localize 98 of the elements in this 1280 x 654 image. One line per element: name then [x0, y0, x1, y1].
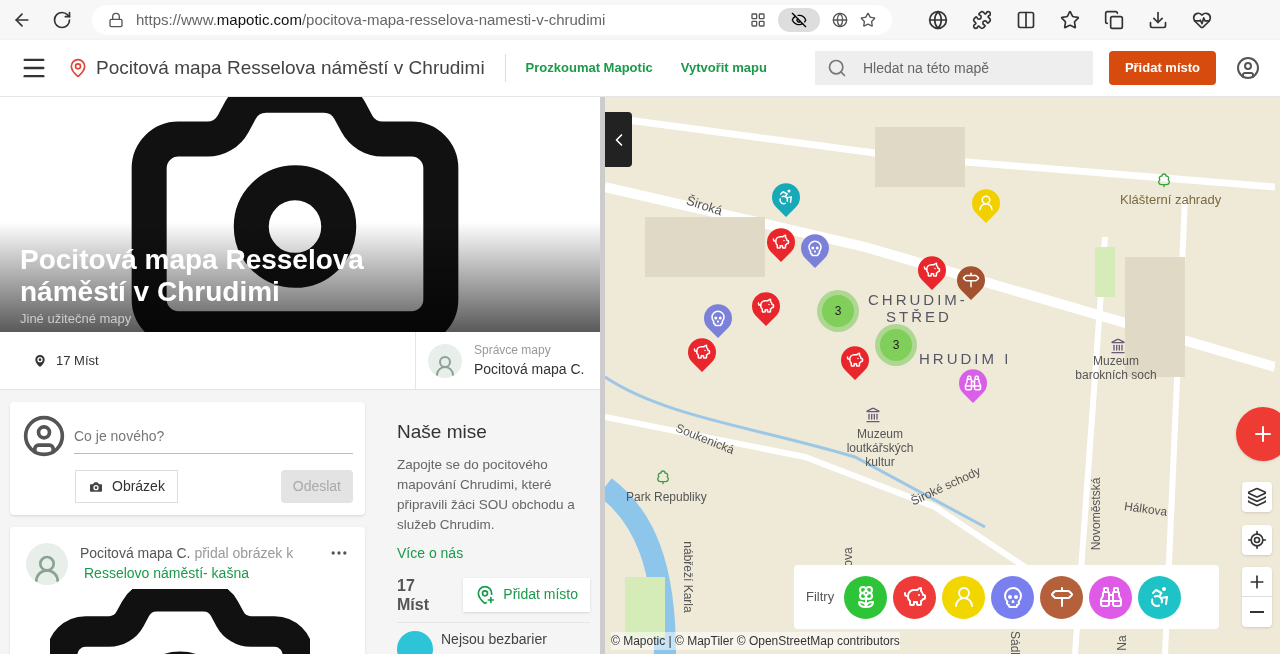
cluster-marker[interactable]: 3 [817, 290, 859, 332]
filter-button[interactable] [991, 575, 1035, 619]
bust-icon [977, 194, 995, 212]
admin-label: Správce mapy [474, 342, 552, 359]
reload-icon[interactable] [52, 10, 72, 30]
tracking-prevention-button[interactable] [778, 8, 820, 32]
tree-icon [655, 469, 671, 485]
map-pin[interactable] [704, 304, 732, 338]
map-label: Muzeum loutkářských kultur [845, 427, 915, 469]
apps-icon[interactable] [750, 12, 766, 28]
map-pin[interactable] [772, 183, 800, 217]
layers-button[interactable] [1242, 482, 1272, 512]
tree-icon [1156, 172, 1172, 188]
image-button[interactable]: Obrázek [75, 470, 178, 503]
map-label: Sádl [1007, 631, 1023, 654]
map-pin[interactable] [918, 256, 946, 290]
user-avatar-icon [22, 414, 66, 458]
map-pin[interactable] [801, 234, 829, 268]
post-input[interactable]: Co je nového? [74, 424, 353, 447]
pig-icon [846, 351, 864, 369]
search-field[interactable]: Hledat na této mapě [814, 51, 1093, 85]
map-pin[interactable] [688, 338, 716, 372]
map-pin[interactable] [841, 346, 869, 380]
filter-button[interactable] [1089, 575, 1133, 619]
map-title: Pocitová mapa Resselova náměstí v Chrudimi [96, 55, 485, 80]
minus-icon [1250, 611, 1264, 613]
pig-icon [693, 343, 711, 361]
map-label: STŘED [886, 307, 952, 327]
extensions-icon[interactable] [972, 10, 992, 30]
pig-icon [757, 297, 775, 315]
filter-button[interactable] [893, 575, 937, 619]
download-icon[interactable] [1148, 10, 1168, 30]
mission-text: Zapojte se do pocitového mapování Chrudimi, které připravili žáci SOU obchodu a služeb Chrudim. [397, 455, 576, 534]
post-field[interactable]: Co je nového? [74, 418, 353, 454]
favorites-icon[interactable] [1060, 10, 1080, 30]
map-pin[interactable] [752, 292, 780, 326]
map-label: HRUDIM I [919, 349, 1012, 369]
admin-name: Pocitová mapa C. [474, 360, 585, 379]
museum-icon [865, 407, 881, 423]
add-place-button[interactable]: Přidat místo [1108, 51, 1216, 85]
search-input[interactable]: Hledat na této mapě [862, 57, 1081, 79]
map-label: Hálkova [1122, 498, 1169, 521]
signpost-icon [962, 271, 980, 289]
map-pin[interactable] [767, 228, 795, 262]
admin-avatar [428, 343, 462, 378]
filters-label: Filtry [806, 588, 835, 607]
post-header-text: Pocitová mapa C. přidal obrázek k [80, 545, 294, 561]
signpost-icon [1049, 585, 1074, 609]
skull-icon [709, 309, 727, 327]
locate-button[interactable] [1242, 525, 1272, 555]
place-link[interactable]: Resselovo náměstí- kašna [84, 565, 249, 581]
search-icon [826, 58, 847, 78]
pig-icon [772, 233, 790, 251]
wheelchair-icon [777, 188, 795, 206]
binoculars-icon [1098, 585, 1123, 609]
skull-icon [806, 239, 824, 257]
pin-icon [32, 352, 48, 369]
locate-icon [1247, 530, 1267, 550]
url-text: https://www.mapotic.com/pocitova-mapa-resselova-namesti-v-chrudimi [136, 9, 607, 30]
places-count: 17 Míst [56, 351, 99, 370]
map-label: Na [1113, 635, 1130, 651]
collections-icon[interactable] [1104, 10, 1124, 30]
map-pin[interactable] [959, 369, 987, 403]
logo-icon [68, 58, 88, 78]
museum-icon [1110, 338, 1126, 354]
map-label: Muzeum barokních soch [1074, 354, 1158, 382]
health-icon[interactable] [1192, 10, 1212, 30]
map-label: Klášterní zahrady [1120, 191, 1222, 209]
more-link[interactable]: Více o nás [397, 542, 590, 564]
mission-title: Naše mise [397, 420, 488, 444]
places-unit: Míst [397, 594, 429, 614]
filter-button[interactable] [1040, 575, 1084, 619]
account-icon[interactable] [1236, 56, 1260, 80]
map-label: Novoměstská [1088, 477, 1105, 551]
author-avatar [26, 543, 68, 585]
globe-icon[interactable] [928, 10, 948, 30]
pig-icon [902, 585, 927, 609]
eye-off-icon [791, 12, 807, 28]
pin-plus-icon [475, 584, 496, 605]
address-bar[interactable]: https://www.mapotic.com/pocitova-mapa-resselova-namesti-v-chrudimi [92, 5, 892, 35]
lock-icon [108, 12, 124, 28]
map-label: nábřeží Karla [679, 541, 696, 613]
add-place-button[interactable]: Přidat místo [463, 577, 590, 612]
cluster-marker[interactable]: 3 [875, 324, 917, 366]
map-attribution: © Mapotic | © MapTiler © OpenStreetMap contributors [611, 632, 900, 650]
place-name: Nejsou bezbarier [441, 630, 547, 647]
pig-icon [923, 261, 941, 279]
nav-link[interactable]: Prozkoumat Mapotic [525, 58, 653, 78]
favorite-icon[interactable] [860, 12, 876, 28]
split-screen-icon[interactable] [1016, 10, 1036, 30]
places-number: 17 [397, 575, 416, 595]
map-label: Široká [683, 191, 725, 221]
camera-placeholder-icon [50, 589, 310, 654]
hero-category: Jiné užitečné mapy [20, 309, 132, 328]
map-label: CHRUDIM- [868, 290, 968, 309]
nav-link[interactable]: Vytvořit mapu [680, 58, 767, 78]
layers-icon [1247, 487, 1267, 507]
binoculars-icon [964, 374, 982, 392]
